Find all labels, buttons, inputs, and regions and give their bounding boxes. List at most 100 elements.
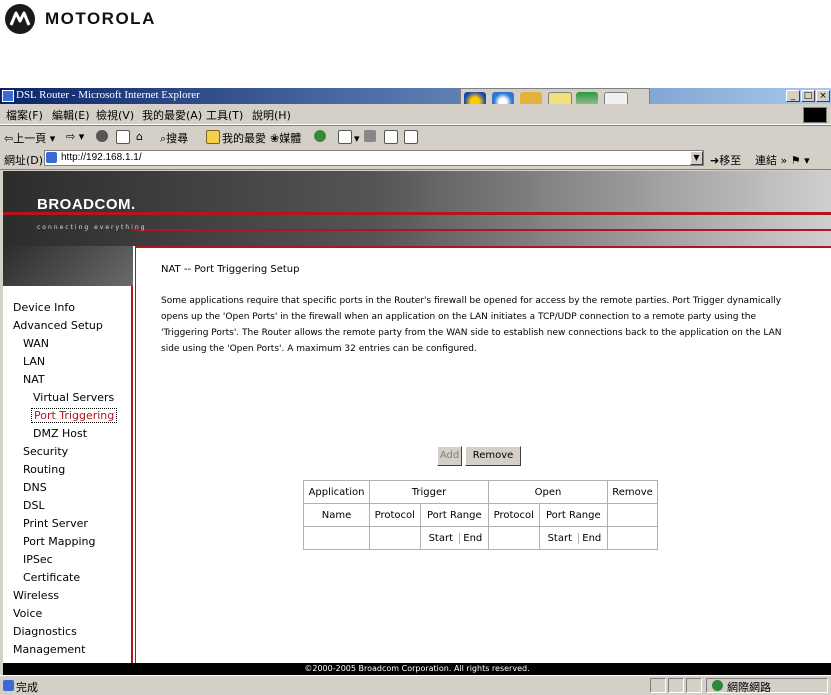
- page-footer: ©2000-2005 Broadcom Corporation. All rig…: [3, 663, 831, 675]
- ie-icon: [2, 90, 14, 102]
- sidebar-item-security[interactable]: Security: [23, 445, 68, 458]
- go-button[interactable]: ➜移至: [710, 152, 741, 168]
- table-header-row: Application Trigger Open Remove: [303, 480, 658, 504]
- translate-icon: ⚑: [790, 154, 801, 167]
- header-trigger-port-range: Port Range: [419, 503, 490, 527]
- add-button[interactable]: Add: [437, 446, 462, 466]
- media-button[interactable]: ❀媒體: [270, 130, 301, 146]
- trigger-range-cell: Start End: [419, 526, 490, 550]
- sidebar-item-wireless[interactable]: Wireless: [13, 589, 59, 602]
- links-button[interactable]: 連結 » ⚑ ▾: [755, 152, 810, 168]
- open-range-cell: Start End: [538, 526, 609, 550]
- sidebar-item-nat[interactable]: NAT: [23, 373, 45, 386]
- menu-bar: 檔案(F) 編輯(E) 檢視(V) 我的最愛(A) 工具(T) 說明(H): [0, 104, 831, 125]
- menu-view[interactable]: 檢視(V): [96, 107, 134, 123]
- print-icon: [364, 130, 376, 142]
- go-arrow-icon: ➜: [710, 154, 720, 167]
- menu-tools[interactable]: 工具(T): [206, 107, 243, 123]
- broadcom-tagline: connecting everything: [37, 224, 147, 231]
- edit-page-icon: [384, 130, 398, 144]
- search-button[interactable]: ⌕搜尋: [160, 130, 188, 146]
- address-input[interactable]: http://192.168.1.1/: [44, 150, 704, 166]
- sidebar-item-dmz-host[interactable]: DMZ Host: [33, 427, 87, 440]
- menu-favorites[interactable]: 我的最愛(A): [142, 107, 202, 123]
- main-content: NAT -- Port Triggering Setup Some applic…: [135, 246, 831, 663]
- header-remove-blank: [607, 503, 658, 527]
- sidebar-item-virtual-servers[interactable]: Virtual Servers: [33, 391, 114, 404]
- mail-button[interactable]: ▾: [338, 130, 360, 145]
- home-button[interactable]: ⌂: [136, 130, 143, 143]
- sidebar-item-ipsec[interactable]: IPSec: [23, 553, 53, 566]
- header-application: Application: [303, 480, 370, 504]
- sidebar-item-advanced-setup[interactable]: Advanced Setup: [13, 319, 103, 332]
- back-button[interactable]: ⇦上一頁 ▾: [4, 130, 55, 146]
- discuss-icon: [404, 130, 418, 144]
- home-icon: ⌂: [136, 130, 143, 143]
- sidebar-nav: Device Info Advanced Setup WAN LAN NAT V…: [3, 286, 133, 663]
- header-trigger-protocol: Protocol: [369, 503, 421, 527]
- sidebar-item-voice[interactable]: Voice: [13, 607, 42, 620]
- address-bar: 網址(D) http://192.168.1.1/ ▼ ➜移至 連結 » ⚑ ▾: [0, 148, 831, 170]
- mail-icon: [338, 130, 352, 144]
- address-label: 網址(D): [4, 154, 44, 167]
- forward-arrow-icon: ⇨ ▾: [66, 130, 85, 143]
- status-panel: [668, 678, 684, 693]
- port-trigger-table: Application Trigger Open Remove Name Pro…: [303, 480, 658, 550]
- sidebar-item-lan[interactable]: LAN: [23, 355, 45, 368]
- sidebar-item-management[interactable]: Management: [13, 643, 85, 656]
- forward-button[interactable]: ⇨ ▾: [66, 130, 84, 143]
- remove-button[interactable]: Remove: [465, 446, 521, 466]
- header-open-port-range: Port Range: [538, 503, 609, 527]
- sidebar-item-device-info[interactable]: Device Info: [13, 301, 75, 314]
- status-bar: 完成 網際網路: [0, 675, 831, 695]
- header-trigger-end: End: [463, 532, 483, 544]
- maximize-button[interactable]: □: [801, 90, 815, 102]
- blank-cell: [369, 526, 421, 550]
- windows-logo-icon: [803, 107, 827, 123]
- window-title: DSL Router - Microsoft Internet Explorer: [16, 89, 200, 101]
- header-open: Open: [488, 480, 608, 504]
- print-button[interactable]: [364, 130, 378, 143]
- media-icon: ❀: [270, 132, 280, 145]
- security-zone: 網際網路: [727, 681, 771, 694]
- header-trigger-start: Start: [423, 532, 460, 544]
- sidebar-item-diagnostics[interactable]: Diagnostics: [13, 625, 77, 638]
- stop-button[interactable]: [96, 130, 110, 143]
- favorites-button[interactable]: 我的最愛: [206, 130, 266, 146]
- header-name: Name: [303, 503, 370, 527]
- address-dropdown-icon[interactable]: ▼: [690, 151, 703, 165]
- refresh-button[interactable]: [116, 130, 132, 145]
- edit-page-button[interactable]: [384, 130, 400, 145]
- history-button[interactable]: [314, 130, 328, 143]
- sidebar-item-port-triggering[interactable]: Port Triggering: [31, 408, 118, 423]
- title-bar: DSL Router - Microsoft Internet Explorer…: [0, 88, 831, 104]
- sidebar-item-wan[interactable]: WAN: [23, 337, 49, 350]
- sidebar-item-routing[interactable]: Routing: [23, 463, 65, 476]
- discuss-button[interactable]: [404, 130, 420, 145]
- page-done-icon: [3, 680, 14, 691]
- menu-edit[interactable]: 編輯(E): [52, 107, 90, 123]
- header-open-start: Start: [542, 532, 579, 544]
- browser-window: DSL Router - Microsoft Internet Explorer…: [0, 88, 831, 695]
- favorites-icon: [206, 130, 220, 144]
- sidebar-item-port-mapping[interactable]: Port Mapping: [23, 535, 96, 548]
- table-subheader-row: Name Protocol Port Range Protocol Port R…: [303, 503, 658, 527]
- header-remove: Remove: [607, 480, 658, 504]
- header-open-protocol: Protocol: [488, 503, 540, 527]
- menu-help[interactable]: 說明(H): [252, 107, 291, 123]
- header-art: [3, 246, 133, 286]
- page-viewport: BROADCOM. connecting everything Device I…: [3, 171, 831, 663]
- blank-cell: [303, 526, 370, 550]
- toolbar: ⇦上一頁 ▾ ⇨ ▾ ⌂ ⌕搜尋 我的最愛 ❀媒體 ▾: [0, 125, 831, 149]
- sidebar-item-dns[interactable]: DNS: [23, 481, 47, 494]
- header-trigger: Trigger: [369, 480, 489, 504]
- menu-file[interactable]: 檔案(F): [6, 107, 43, 123]
- refresh-icon: [116, 130, 130, 144]
- close-button[interactable]: ×: [816, 90, 830, 102]
- sidebar-item-print-server[interactable]: Print Server: [23, 517, 88, 530]
- sidebar-item-certificate[interactable]: Certificate: [23, 571, 80, 584]
- page-description: Some applications require that specific …: [161, 296, 782, 354]
- page-title: NAT -- Port Triggering Setup: [161, 264, 300, 275]
- minimize-button[interactable]: _: [786, 90, 800, 102]
- sidebar-item-dsl[interactable]: DSL: [23, 499, 45, 512]
